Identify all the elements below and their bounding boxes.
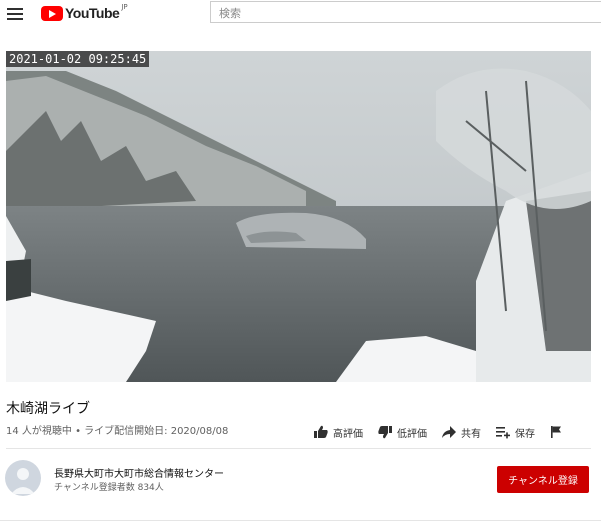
dislike-button[interactable]: 低評価 [377, 425, 427, 440]
share-button[interactable]: 共有 [441, 425, 481, 440]
youtube-play-icon [41, 5, 63, 21]
save-label: 保存 [515, 428, 535, 440]
logo-region: JP [121, 3, 128, 11]
video-title: 木崎湖ライブ [6, 401, 90, 417]
top-bar: YouTube JP [0, 0, 601, 34]
thumbs-up-icon [314, 425, 328, 438]
search-box[interactable] [210, 1, 601, 24]
logo-text: YouTube [65, 5, 120, 21]
channel-avatar[interactable] [5, 460, 41, 496]
video-frame [6, 51, 591, 382]
video-player[interactable]: 2021-01-02 09:25:45 [6, 51, 591, 382]
bottom-divider [0, 520, 601, 521]
flag-icon [551, 426, 561, 438]
divider [6, 448, 591, 449]
hamburger-menu-icon[interactable] [7, 6, 23, 20]
dislike-label: 低評価 [397, 428, 427, 440]
channel-name[interactable]: 長野県大町市大町市総合情報センター [54, 465, 224, 480]
subscribe-button[interactable]: チャンネル登録 [497, 466, 589, 493]
youtube-logo[interactable]: YouTube JP [41, 3, 128, 22]
like-label: 高評価 [333, 428, 363, 440]
camera-timestamp: 2021-01-02 09:25:45 [6, 51, 150, 67]
subscriber-count: チャンネル登録者数 834人 [54, 483, 164, 493]
person-icon [11, 468, 35, 494]
save-button[interactable]: 保存 [495, 425, 535, 440]
share-icon [442, 426, 456, 438]
report-button[interactable] [549, 425, 567, 439]
save-to-playlist-icon [496, 427, 510, 439]
like-button[interactable]: 高評価 [313, 425, 363, 440]
video-meta: 14 人が視聴中 • ライブ配信開始日: 2020/08/08 [6, 426, 229, 437]
search-input[interactable] [211, 3, 601, 24]
action-bar: 高評価 低評価 共有 保存 [313, 423, 567, 441]
share-label: 共有 [461, 428, 481, 440]
thumbs-down-icon [378, 426, 392, 439]
